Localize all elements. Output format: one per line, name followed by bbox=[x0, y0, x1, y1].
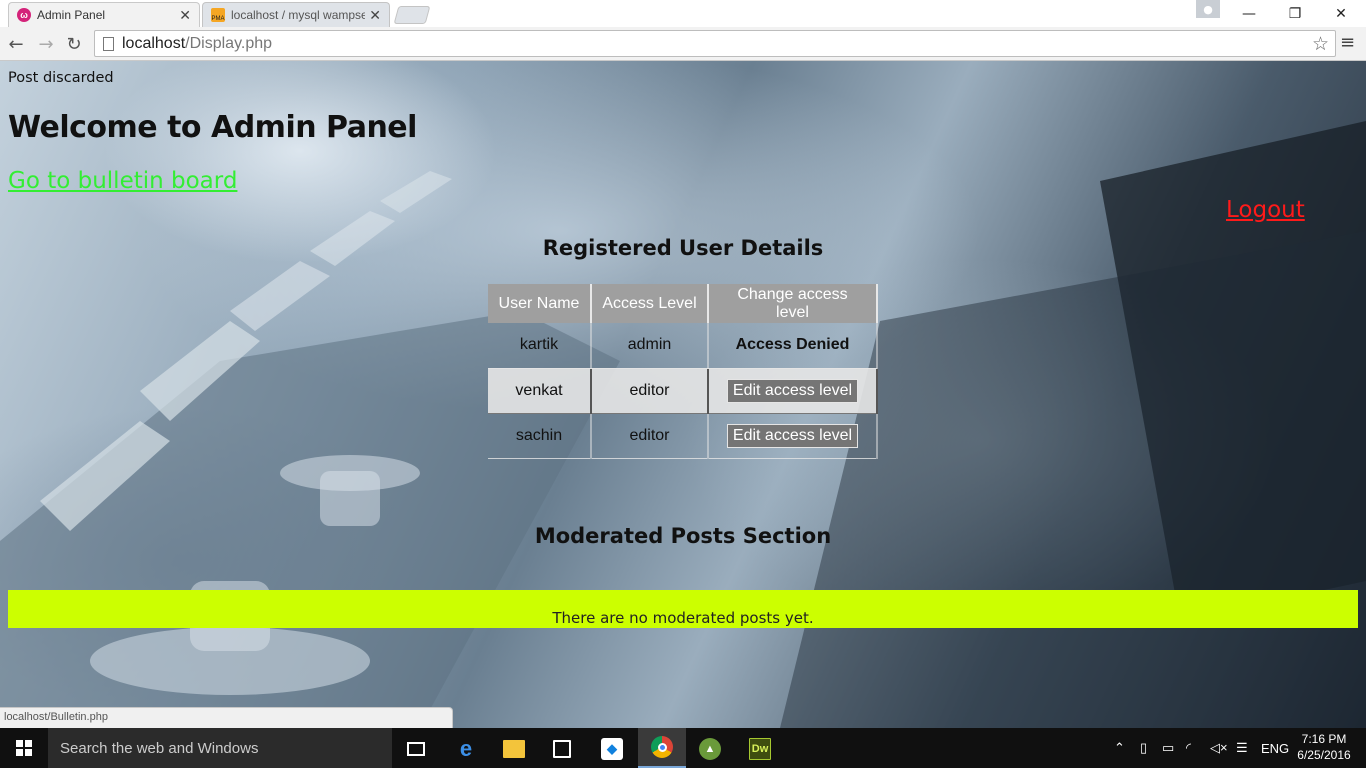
action-cell: Edit access level bbox=[708, 368, 878, 414]
task-view-icon[interactable] bbox=[392, 733, 440, 765]
column-header-username: User Name bbox=[488, 284, 592, 323]
store-icon[interactable] bbox=[538, 733, 586, 765]
logout-link[interactable]: Logout bbox=[1226, 197, 1305, 223]
bookmark-star-icon[interactable]: ☆ bbox=[1312, 33, 1329, 56]
page-icon bbox=[103, 36, 114, 51]
users-table: User Name Access Level Change access lev… bbox=[488, 284, 878, 459]
system-clock[interactable]: 7:16 PM 6/25/2016 bbox=[1296, 731, 1352, 763]
access-denied-label: Access Denied bbox=[708, 323, 878, 369]
table-row: kartik admin Access Denied bbox=[488, 323, 878, 369]
close-tab-icon[interactable]: ✕ bbox=[179, 7, 191, 24]
start-button[interactable] bbox=[0, 728, 48, 768]
access-level-cell: admin bbox=[591, 323, 709, 369]
access-level-cell: editor bbox=[591, 413, 709, 459]
address-bar[interactable]: localhost/Display.php ☆ bbox=[94, 30, 1336, 57]
phpmyadmin-icon: PMA bbox=[211, 8, 225, 22]
empty-posts-message: There are no moderated posts yet. bbox=[552, 609, 814, 627]
back-arrow-icon[interactable]: ← bbox=[4, 32, 28, 56]
table-header-row: User Name Access Level Change access lev… bbox=[488, 284, 878, 323]
url-path: /Display.php bbox=[185, 34, 273, 52]
chrome-icon[interactable] bbox=[638, 728, 686, 768]
column-header-change-access: Change access level bbox=[708, 284, 878, 323]
wifi-icon[interactable]: ◜ bbox=[1186, 728, 1191, 768]
access-level-cell: editor bbox=[591, 368, 709, 414]
tab-title: localhost / mysql wampse bbox=[231, 8, 366, 22]
username-cell: venkat bbox=[488, 368, 592, 414]
action-cell: Edit access level bbox=[708, 413, 878, 459]
restore-button[interactable]: ❐ bbox=[1272, 0, 1318, 27]
edge-icon[interactable]: e bbox=[442, 733, 490, 765]
menu-icon[interactable]: ≡ bbox=[1340, 32, 1355, 53]
tab-title: Admin Panel bbox=[37, 8, 106, 22]
clock-time: 7:16 PM bbox=[1301, 732, 1347, 746]
notifications-icon[interactable]: ☰ bbox=[1236, 728, 1248, 768]
username-cell: kartik bbox=[488, 323, 592, 369]
language-indicator[interactable]: ENG bbox=[1261, 728, 1289, 768]
username-cell: sachin bbox=[488, 413, 592, 459]
profile-icon[interactable]: ● bbox=[1196, 0, 1220, 18]
tab-admin-panel[interactable]: ω Admin Panel ✕ bbox=[8, 2, 200, 27]
close-tab-icon[interactable]: ✕ bbox=[369, 7, 381, 24]
windows-taskbar: Search the web and Windows e ◆ ▲ Dw ⌃ ▯ … bbox=[0, 728, 1366, 768]
moderated-posts-title: Moderated Posts Section bbox=[534, 524, 832, 548]
page-viewport: Post discarded Welcome to Admin Panel Go… bbox=[0, 61, 1366, 728]
dropbox-icon[interactable]: ◆ bbox=[588, 733, 636, 765]
tab-phpmyadmin[interactable]: PMA localhost / mysql wampse ✕ bbox=[202, 2, 390, 27]
taskbar-search-box[interactable]: Search the web and Windows bbox=[48, 728, 392, 768]
show-hidden-icons[interactable]: ⌃ bbox=[1114, 728, 1125, 768]
status-message: Post discarded bbox=[8, 70, 114, 86]
link-status-bar: localhost/Bulletin.php bbox=[0, 707, 453, 728]
edit-access-level-button[interactable]: Edit access level bbox=[726, 378, 859, 403]
dreamweaver-icon[interactable]: Dw bbox=[736, 733, 784, 765]
url-host: localhost bbox=[122, 34, 186, 52]
windows-logo-icon bbox=[16, 740, 32, 756]
users-section-title: Registered User Details bbox=[542, 236, 824, 260]
admin-panel-icon: ω bbox=[17, 8, 31, 22]
minimize-button[interactable]: — bbox=[1226, 0, 1272, 27]
browser-tab-bar: ω Admin Panel ✕ PMA localhost / mysql wa… bbox=[0, 0, 1366, 27]
clock-date: 6/25/2016 bbox=[1297, 748, 1351, 762]
page-title: Welcome to Admin Panel bbox=[8, 110, 417, 145]
close-window-button[interactable]: ✕ bbox=[1318, 0, 1364, 27]
column-header-access-level: Access Level bbox=[591, 284, 709, 323]
browser-toolbar: ← → ↻ localhost/Display.php ☆ ≡ bbox=[0, 27, 1366, 61]
edit-access-level-button[interactable]: Edit access level bbox=[726, 423, 859, 448]
battery-icon[interactable]: ▭ bbox=[1162, 728, 1174, 768]
table-row: venkat editor Edit access level bbox=[488, 368, 878, 414]
bulletin-board-link[interactable]: Go to bulletin board bbox=[8, 168, 237, 194]
volume-icon[interactable]: ◁× bbox=[1210, 728, 1228, 768]
android-studio-icon[interactable]: ▲ bbox=[686, 733, 734, 765]
table-row: sachin editor Edit access level bbox=[488, 413, 878, 459]
file-explorer-icon[interactable] bbox=[490, 733, 538, 765]
reload-icon[interactable]: ↻ bbox=[62, 32, 86, 56]
moderated-posts-panel: There are no moderated posts yet. bbox=[8, 590, 1358, 628]
forward-arrow-icon[interactable]: → bbox=[34, 32, 58, 56]
new-tab-button[interactable] bbox=[393, 6, 431, 24]
usb-icon[interactable]: ▯ bbox=[1140, 728, 1147, 768]
